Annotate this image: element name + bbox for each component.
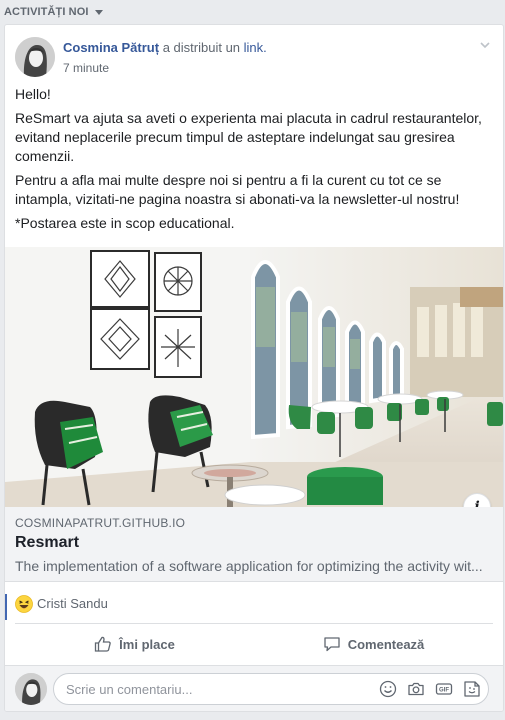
author-avatar[interactable] — [15, 37, 55, 77]
post-paragraph: Pentru a afla mai multe despre noi si pe… — [15, 172, 460, 207]
link-description: The implementation of a software applica… — [15, 558, 483, 574]
post-body: Hello! ReSmart va ajuta sa aveti o exper… — [15, 85, 493, 238]
like-label: Îmi place — [119, 636, 175, 652]
shared-link-text[interactable]: link. — [244, 40, 267, 55]
reactions-bar: Cristi Sandu — [5, 582, 503, 622]
link-preview-meta[interactable]: COSMINAPATRUT.GITHUB.IO Resmart The impl… — [5, 507, 503, 582]
comment-button[interactable]: Comentează — [254, 625, 493, 663]
thumbs-up-icon — [95, 636, 111, 652]
author-action: a distribuit un — [162, 40, 241, 55]
divider — [15, 623, 493, 624]
post-paragraph: Hello! — [15, 86, 51, 102]
post-paragraph: *Postarea este in scop educational. — [15, 215, 235, 231]
post-timestamp[interactable]: 7 minute — [63, 61, 109, 75]
link-preview-image[interactable]: i — [5, 247, 503, 507]
post-header: Cosmina Pătruț a distribuit un link. 7 m… — [15, 37, 493, 79]
caret-down-icon[interactable] — [94, 10, 103, 15]
camera-icon[interactable] — [407, 680, 425, 698]
author-name[interactable]: Cosmina Pătruț — [63, 40, 159, 55]
chevron-down-icon[interactable] — [479, 39, 491, 51]
post-card: Cosmina Pătruț a distribuit un link. 7 m… — [4, 24, 504, 712]
link-domain: COSMINAPATRUT.GITHUB.IO — [15, 516, 186, 530]
comment-bubble-icon — [324, 637, 340, 652]
comment-composer: GIF — [5, 665, 503, 711]
current-user-avatar[interactable] — [15, 673, 47, 705]
gif-icon[interactable]: GIF — [435, 680, 453, 698]
link-title: Resmart — [15, 534, 80, 551]
sticker-icon[interactable] — [463, 680, 481, 698]
emoji-icon[interactable] — [379, 680, 397, 698]
reactions-accent-bar — [5, 594, 7, 620]
post-paragraph: ReSmart va ajuta sa aveti o experienta m… — [15, 110, 482, 164]
like-button[interactable]: Îmi place — [15, 625, 254, 663]
post-actions: Îmi place Comentează — [15, 625, 493, 663]
new-activity-header[interactable]: ACTIVITĂȚI NOI — [4, 3, 103, 21]
author-line: Cosmina Pătruț a distribuit un link. — [63, 40, 267, 55]
comment-tools: GIF — [379, 680, 481, 698]
reactor-name[interactable]: Cristi Sandu — [37, 596, 108, 611]
section-title: ACTIVITĂȚI NOI — [4, 6, 89, 18]
restaurant-interior-photo — [5, 247, 503, 507]
haha-reaction-icon[interactable] — [15, 595, 33, 613]
comment-label: Comentează — [347, 636, 425, 652]
svg-text:GIF: GIF — [439, 688, 449, 694]
